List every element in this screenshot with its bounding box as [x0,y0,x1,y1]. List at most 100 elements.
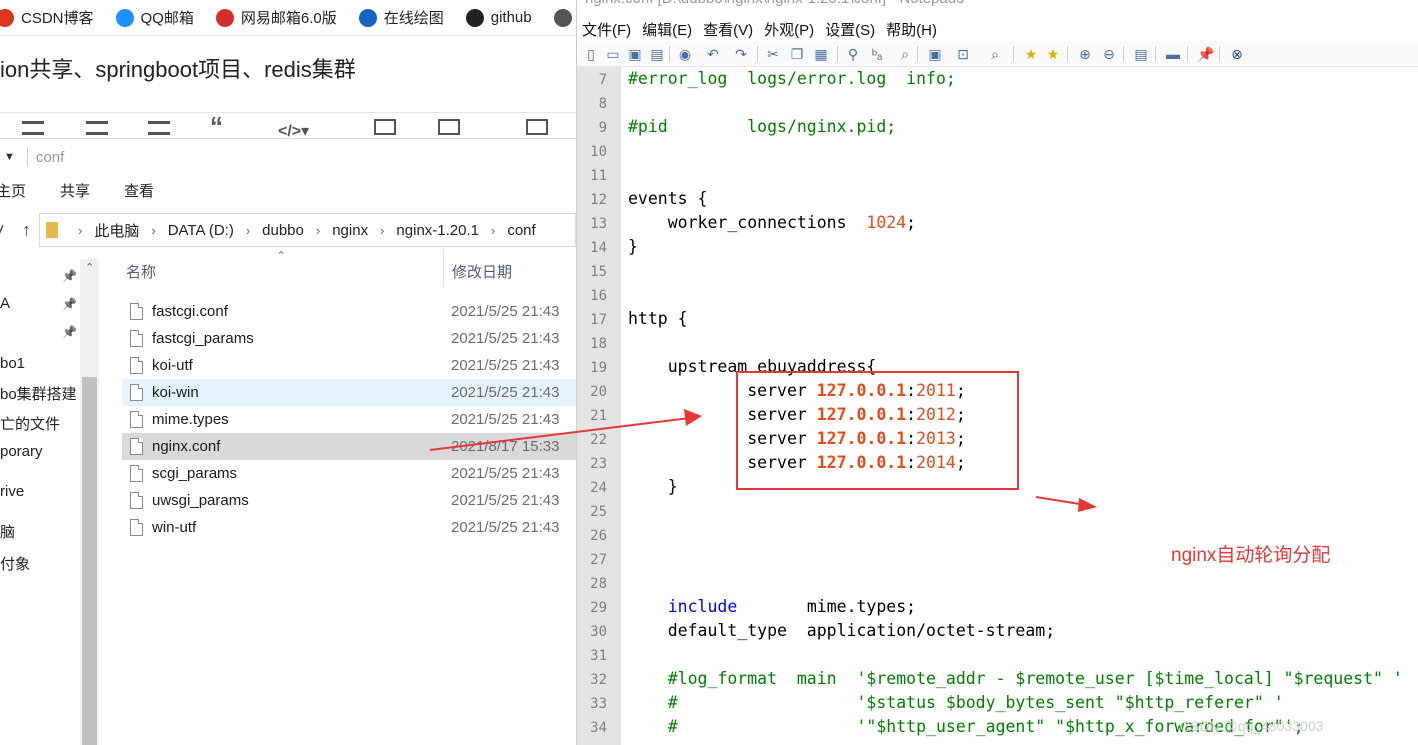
code-line[interactable]: #error_log logs/error.log info; [628,69,956,88]
file-row[interactable]: win-utf 2021/5/25 21:43 [122,514,576,541]
replace-icon[interactable]: ᵇₐ [869,46,885,62]
close-icon[interactable]: ⊗ [1229,46,1245,62]
address-bar[interactable]: › 此电脑 › DATA (D:) › dubbo › nginx › nginx-1.20.1 ›… [39,213,576,247]
breadcrumb-item[interactable]: nginx [332,222,368,239]
up-arrow-icon[interactable]: ↑ [22,220,31,241]
menu-item[interactable]: 文件(F) [582,19,631,40]
file-row[interactable]: nginx.conf 2021/8/17 15:33 [122,433,576,460]
scrollbar-thumb[interactable] [82,377,97,745]
bookmark-item[interactable]: QQ邮箱 [115,7,194,28]
image-icon[interactable] [374,119,396,135]
bookmark-item[interactable]: github [465,8,532,27]
select-icon[interactable]: ⊡ [955,46,971,62]
undo-icon[interactable]: ↶ [705,46,721,62]
file-row[interactable]: mime.types 2021/5/25 21:43 [122,406,576,433]
breadcrumb-item[interactable]: DATA (D:) [168,222,234,239]
reload-icon[interactable]: ◉ [677,46,693,62]
nav-item[interactable]: A [0,295,10,312]
quick-access-dropdown-icon[interactable]: ▼ [4,151,15,163]
scroll-up-icon[interactable]: ⌃ [85,261,94,274]
nav-item[interactable]: bo集群搭建 [0,383,77,404]
tab-share[interactable]: 共享 [60,180,90,201]
breadcrumb-separator-icon[interactable]: › [151,223,155,238]
task-list-icon[interactable] [148,121,170,135]
breadcrumb-item[interactable]: nginx-1.20.1 [396,222,479,239]
code-line[interactable]: events { [628,189,707,208]
pin-icon[interactable]: 📌 [62,297,77,311]
nav-item[interactable]: 付象 [0,553,30,574]
code-line[interactable]: # '$status $body_bytes_sent "$http_refer… [628,693,1284,712]
column-header-name[interactable]: 名称 [126,261,156,282]
file-row[interactable]: fastcgi_params 2021/5/25 21:43 [122,325,576,352]
settings-icon[interactable]: ▤ [1133,46,1149,62]
nav-item[interactable]: 脑 [0,521,15,542]
breadcrumb-separator-icon[interactable]: › [246,223,250,238]
zoom-icon[interactable]: ⌕ [987,46,1003,62]
column-header-date[interactable]: 修改日期 [452,261,512,282]
bookmark-item[interactable] [553,8,576,27]
pin-icon[interactable]: 📌 [62,269,77,283]
breadcrumb-item[interactable]: 此电脑 [94,220,139,241]
redo-icon[interactable]: ↷ [733,46,749,62]
menu-item[interactable]: 帮助(H) [886,19,937,40]
goto-icon[interactable]: ⌕ [897,46,913,62]
code-line[interactable]: } [628,237,638,256]
copy-icon[interactable]: ❐ [789,46,805,62]
breadcrumb-item[interactable]: dubbo [262,222,304,239]
list-icon[interactable] [22,121,44,135]
zoom-in-icon[interactable]: ⊕ [1077,46,1093,62]
wordwrap-icon[interactable]: ▣ [927,46,943,62]
paste-icon[interactable]: ▦ [813,46,829,62]
breadcrumb-separator-icon[interactable]: › [491,223,495,238]
zoom-out-icon[interactable]: ⊖ [1101,46,1117,62]
video-icon[interactable] [438,119,460,135]
breadcrumb-separator-icon[interactable]: › [78,223,82,238]
nav-item[interactable]: rive [0,483,24,500]
save-icon[interactable]: ▣ [627,46,643,62]
menu-item[interactable]: 查看(V) [703,19,753,40]
new-icon[interactable]: ▯ [583,46,599,62]
code-line[interactable]: http { [628,309,688,328]
cut-icon[interactable]: ✂ [765,46,781,62]
file-row[interactable]: scgi_params 2021/5/25 21:43 [122,460,576,487]
code-line[interactable]: } [628,477,678,496]
bookmark-icon[interactable]: ★ [1023,46,1039,62]
table-icon[interactable] [526,119,548,135]
nav-item[interactable]: porary [0,443,43,460]
nav-item[interactable]: bo1 [0,355,25,372]
code-line[interactable]: #pid logs/nginx.pid; [628,117,896,136]
menu-item[interactable]: 编辑(E) [642,19,692,40]
code-line[interactable]: worker_connections 1024; [628,213,916,232]
file-row[interactable]: uwsgi_params 2021/5/25 21:43 [122,487,576,514]
bookmark-item[interactable]: 在线绘图 [358,7,444,28]
file-row[interactable]: koi-win 2021/5/25 21:43 [122,379,576,406]
tab-view[interactable]: 查看 [124,180,154,201]
menu-item[interactable]: 设置(S) [825,19,875,40]
code-line[interactable]: #log_format main '$remote_addr - $remote… [628,669,1403,688]
breadcrumb-separator-icon[interactable]: › [316,223,320,238]
terminal-icon[interactable]: ▬ [1165,46,1181,62]
tab-home[interactable]: 主页 [0,180,26,201]
bookmark-item[interactable]: CSDN博客 [0,7,94,28]
open-icon[interactable]: ▭ [605,46,621,62]
save-as-icon[interactable]: ▤ [649,46,665,62]
pin-icon[interactable]: 📌 [62,325,77,339]
code-line[interactable]: default_type application/octet-stream; [628,621,1055,640]
column-divider[interactable] [443,249,444,287]
quote-icon[interactable]: “ [210,113,232,139]
bookmark-item[interactable]: 网易邮箱6.0版 [215,7,337,28]
ordered-list-icon[interactable] [86,121,108,135]
code-line[interactable]: include mime.types; [628,597,916,616]
pin-icon[interactable]: 📌 [1197,46,1214,62]
file-row[interactable]: koi-utf 2021/5/25 21:43 [122,352,576,379]
find-icon[interactable]: ⚲ [845,46,861,62]
code-icon[interactable]: </>▾ [278,121,309,140]
bookmark-next-icon[interactable]: ★ [1045,46,1061,62]
breadcrumb-separator-icon[interactable]: › [380,223,384,238]
nav-item[interactable]: 亡的文件 [0,413,60,434]
breadcrumb-item[interactable]: conf [507,222,535,239]
menu-item[interactable]: 外观(P) [764,19,814,40]
recent-locations-icon[interactable]: ˅ [0,220,22,241]
file-row[interactable]: fastcgi.conf 2021/5/25 21:43 [122,298,576,325]
nav-scrollbar[interactable]: ⌃ [80,259,99,745]
